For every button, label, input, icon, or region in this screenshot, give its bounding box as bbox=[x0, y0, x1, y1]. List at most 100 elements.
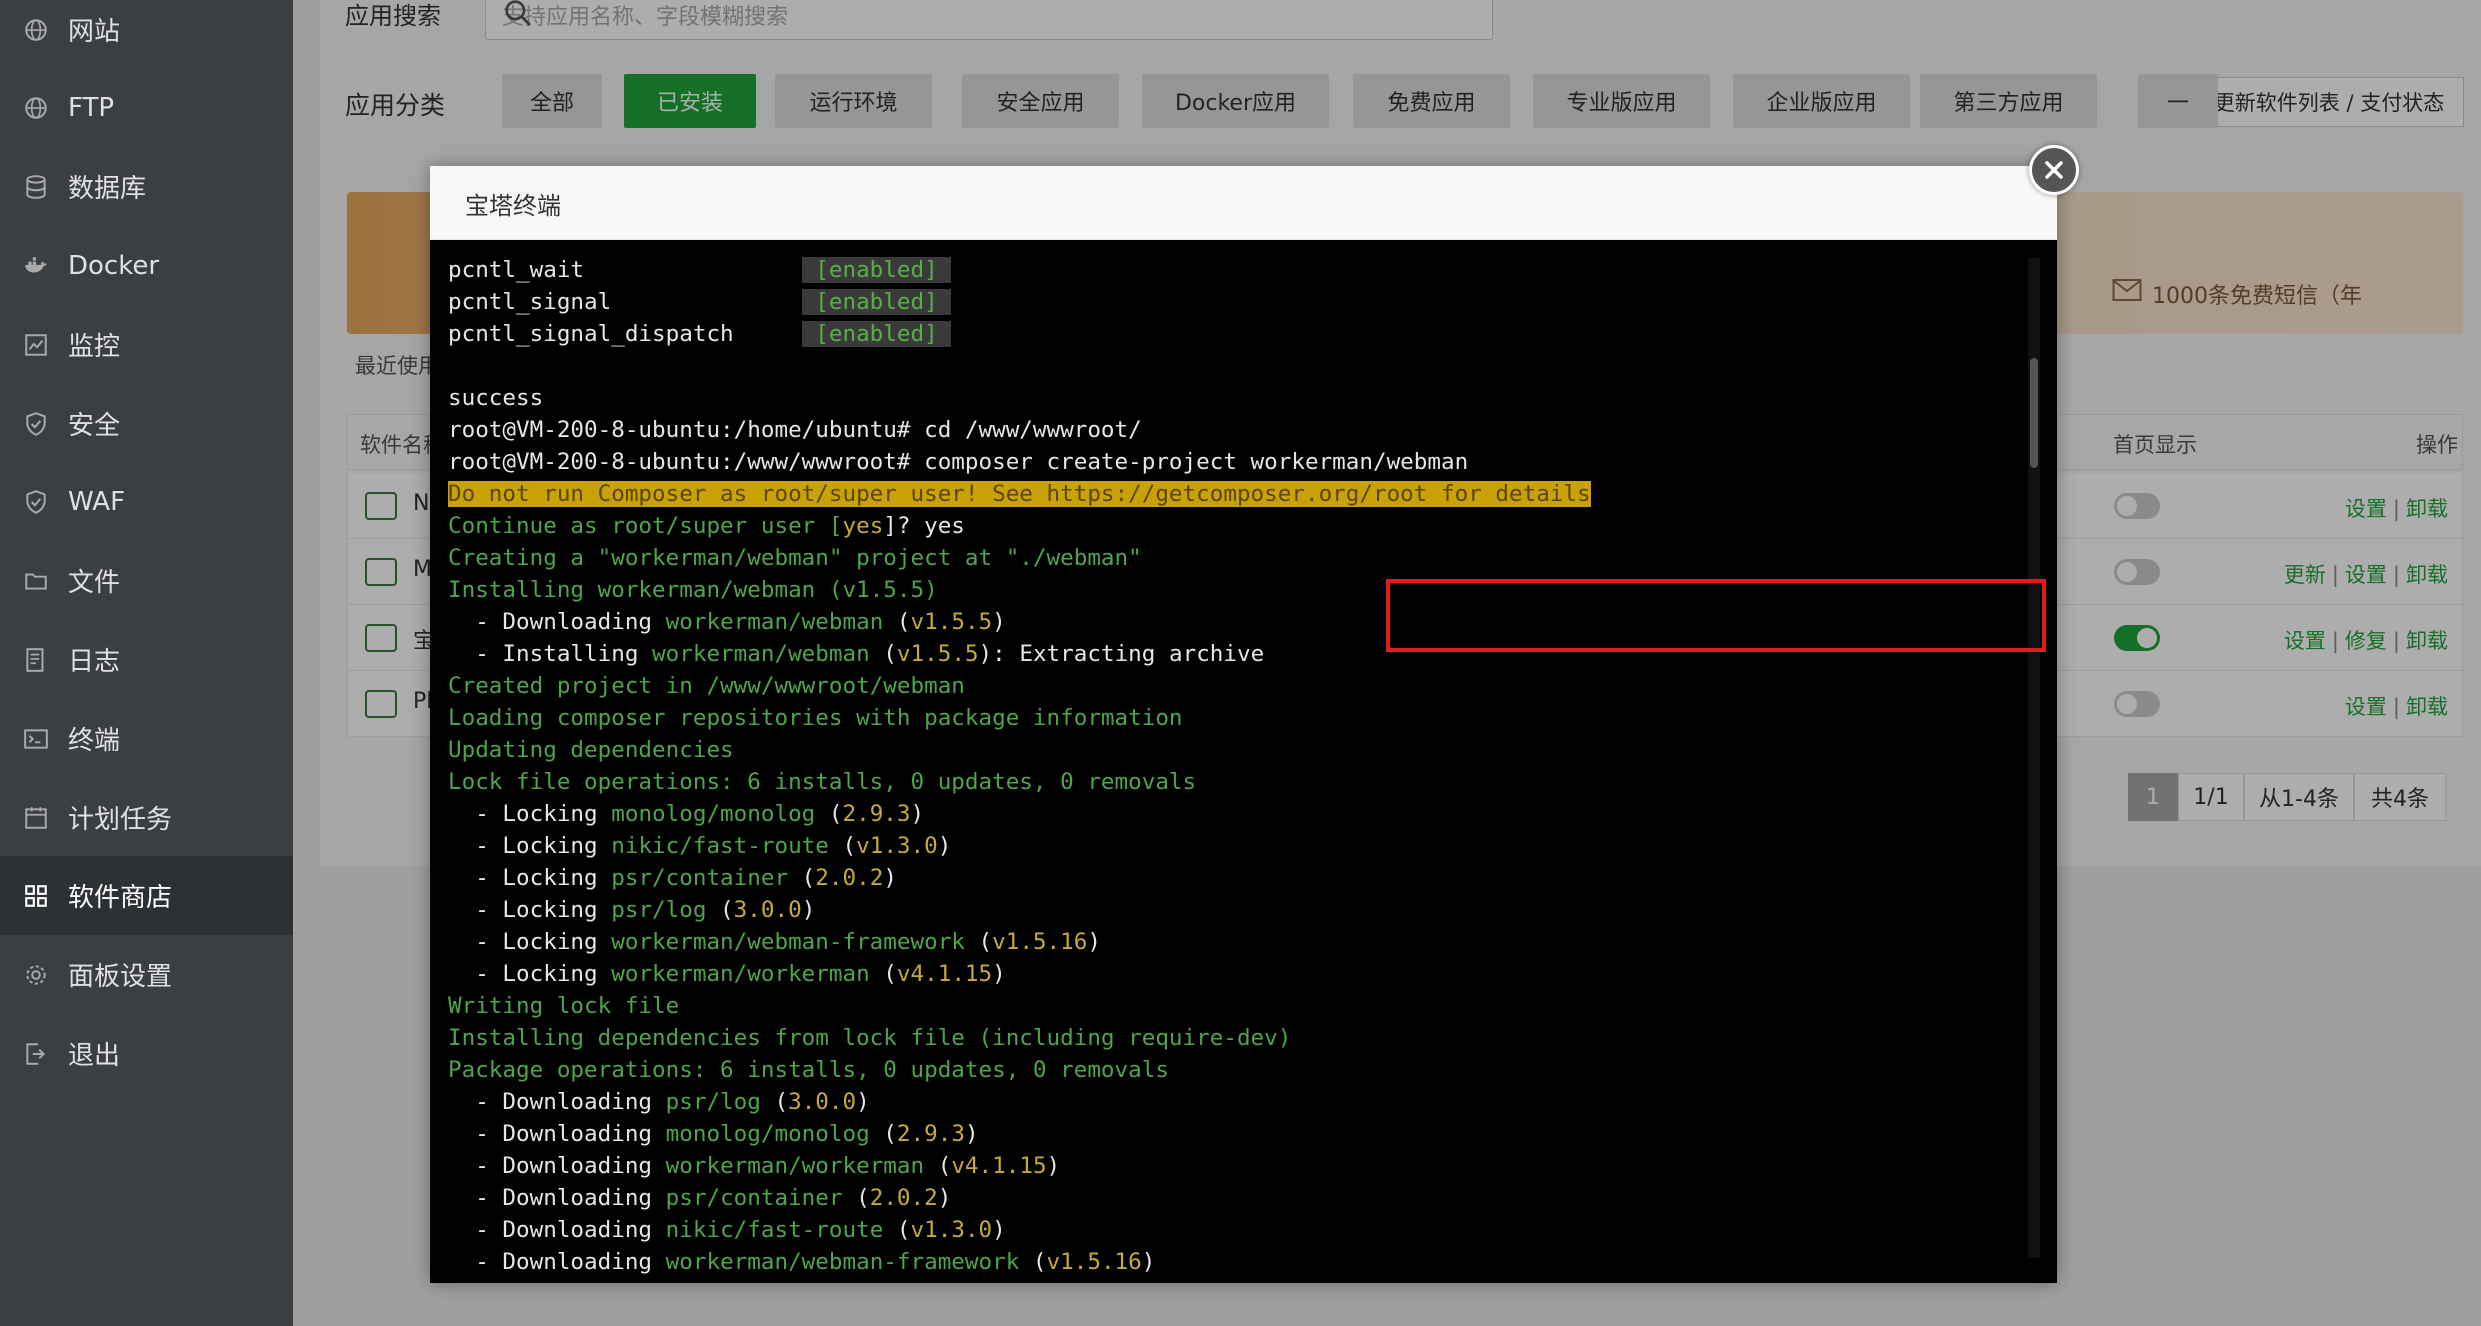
terminal-segment: - Locking bbox=[448, 865, 612, 891]
terminal-segment: 2.0.2 bbox=[869, 1185, 938, 1211]
terminal-segment: - Downloading bbox=[448, 1249, 666, 1275]
terminal-line: Continue as root/super user [yes]? yes bbox=[448, 510, 1591, 542]
sidebar-item-7[interactable]: 文件 bbox=[0, 541, 293, 620]
terminal-line: - Locking monolog/monolog (2.9.3) bbox=[448, 798, 1591, 830]
sidebar-item-9[interactable]: 终端 bbox=[0, 699, 293, 778]
terminal-segment: v1.3.0 bbox=[856, 833, 938, 859]
terminal-line: root@VM-200-8-ubuntu:/www/wwwroot# compo… bbox=[448, 446, 1591, 478]
terminal-segment: pcntl_signal bbox=[448, 289, 802, 315]
sidebar-item-4[interactable]: 监控 bbox=[0, 305, 293, 384]
docker-icon bbox=[22, 252, 50, 280]
grid-icon bbox=[22, 882, 50, 910]
shield-icon bbox=[22, 488, 50, 516]
terminal-segment: monolog/monolog bbox=[611, 801, 816, 827]
terminal-segment: Installing workerman/webman (v1.5.5) bbox=[448, 577, 938, 603]
terminal-segment: - Downloading bbox=[448, 1121, 666, 1147]
close-icon bbox=[2045, 161, 2063, 179]
terminal-segment: ) bbox=[910, 801, 925, 827]
scrollbar-thumb[interactable] bbox=[2030, 358, 2038, 468]
terminal-segment: ) bbox=[1087, 929, 1101, 955]
terminal-segment: Lock file operations: 6 installs, 0 upda… bbox=[448, 769, 1197, 795]
terminal-segment: 3.0.0 bbox=[733, 897, 802, 923]
terminal-segment: - Locking bbox=[448, 961, 612, 987]
terminal-segment: psr/container bbox=[611, 865, 789, 891]
dialog-header: 宝塔终端 bbox=[430, 166, 2057, 240]
terminal-line: - Downloading workerman/workerman (v4.1.… bbox=[448, 1150, 1591, 1182]
logout-icon bbox=[22, 1040, 50, 1068]
sidebar-item-2[interactable]: 数据库 bbox=[0, 147, 293, 226]
terminal-segment: [enabled] bbox=[801, 257, 952, 283]
terminal-line: Loading composer repositories with packa… bbox=[448, 702, 1591, 734]
terminal-segment: Creating a "workerman/webman" project at… bbox=[448, 545, 1142, 571]
terminal-segment: - Installing bbox=[448, 641, 653, 667]
sidebar-item-label: 文件 bbox=[68, 568, 121, 598]
terminal-segment: v1.5.16 bbox=[992, 929, 1088, 955]
terminal-segment: 2.0.2 bbox=[815, 865, 884, 891]
terminal-segment: psr/log bbox=[665, 1089, 761, 1115]
terminal-segment: - Downloading bbox=[448, 1185, 666, 1211]
sidebar-item-1[interactable]: FTP bbox=[0, 68, 293, 147]
sidebar: 网站 FTP 数据库 Docker 监控 安全 WAF 文件日志终端计划任务软件商店面板设置退… bbox=[0, 0, 293, 1326]
terminal-segment: 2.9.3 bbox=[842, 801, 911, 827]
terminal-segment: pcntl_wait bbox=[448, 257, 802, 283]
terminal-segment: ( bbox=[883, 609, 911, 635]
sidebar-item-0[interactable]: 网站 bbox=[0, 0, 293, 69]
terminal-segment: v1.5.5 bbox=[896, 641, 979, 667]
close-dialog-button[interactable] bbox=[2029, 145, 2079, 195]
sidebar-item-label: 面板设置 bbox=[68, 962, 173, 992]
terminal-segment: workerman/webman-framework bbox=[611, 929, 965, 955]
terminal-line: - Downloading psr/log (3.0.0) bbox=[448, 1086, 1591, 1118]
terminal-line: root@VM-200-8-ubuntu:/home/ubuntu# cd /w… bbox=[448, 414, 1591, 446]
terminal-line: - Downloading monolog/monolog (2.9.3) bbox=[448, 1118, 1591, 1150]
sidebar-item-13[interactable]: 退出 bbox=[0, 1014, 293, 1093]
terminal-line: - Locking nikic/fast-route (v1.3.0) bbox=[448, 830, 1591, 862]
terminal-line: - Downloading workerman/webman-framework… bbox=[448, 1246, 1591, 1278]
terminal-segment: Do not run Composer as root/super user! … bbox=[448, 481, 1591, 507]
terminal-segment: ) bbox=[992, 961, 1006, 987]
terminal-segment: v4.1.15 bbox=[896, 961, 993, 987]
terminal-line: Installing dependencies from lock file (… bbox=[448, 1022, 1591, 1054]
terminal-icon bbox=[22, 725, 50, 753]
terminal-segment: pcntl_signal_dispatch bbox=[448, 321, 802, 347]
terminal-line: Lock file operations: 6 installs, 0 upda… bbox=[448, 766, 1591, 798]
terminal-segment: ) bbox=[1141, 1249, 1156, 1275]
globe-icon bbox=[22, 16, 50, 44]
sidebar-item-10[interactable]: 计划任务 bbox=[0, 778, 293, 857]
sidebar-item-label: FTP bbox=[68, 92, 115, 123]
sidebar-item-8[interactable]: 日志 bbox=[0, 620, 293, 699]
terminal-segment: workerman/workerman bbox=[665, 1153, 925, 1179]
terminal-segment: v1.3.0 bbox=[910, 1217, 993, 1243]
sidebar-item-3[interactable]: Docker bbox=[0, 226, 293, 305]
dialog-title: 宝塔终端 bbox=[465, 192, 561, 220]
terminal-segment: workerman/webman bbox=[652, 641, 870, 667]
terminal-segment: workerman/webman bbox=[665, 609, 884, 635]
terminal-scrollbar[interactable] bbox=[2028, 258, 2040, 1258]
terminal-segment: v1.5.16 bbox=[1046, 1249, 1142, 1275]
terminal-segment: - Downloading bbox=[448, 1217, 666, 1243]
terminal-segment: ) bbox=[937, 1185, 952, 1211]
terminal-segment: success bbox=[448, 385, 544, 411]
terminal-segment: Updating dependencies bbox=[448, 737, 734, 763]
shield-icon bbox=[22, 410, 50, 438]
terminal-segment: ) bbox=[964, 1121, 979, 1147]
terminal-segment: ( bbox=[964, 929, 993, 955]
terminal-line: - Locking workerman/workerman (v4.1.15) bbox=[448, 958, 1591, 990]
terminal-segment: yes bbox=[842, 513, 884, 539]
terminal-segment: ( bbox=[869, 641, 897, 667]
sidebar-item-label: 软件商店 bbox=[68, 883, 173, 913]
gear-icon bbox=[22, 961, 50, 989]
sidebar-item-12[interactable]: 面板设置 bbox=[0, 935, 293, 1014]
terminal-line: success bbox=[448, 382, 1591, 414]
sidebar-item-11[interactable]: 软件商店 bbox=[0, 856, 293, 935]
sidebar-item-6[interactable]: WAF bbox=[0, 462, 293, 541]
terminal-segment: 3.0.0 bbox=[788, 1089, 857, 1115]
sidebar-item-5[interactable]: 安全 bbox=[0, 384, 293, 463]
terminal-output[interactable]: pcntl_wait [enabled] pcntl_signal [enabl… bbox=[430, 240, 2057, 1283]
terminal-line: - Locking psr/log (3.0.0) bbox=[448, 894, 1591, 926]
terminal-segment: Continue as root/super user [ bbox=[448, 513, 843, 539]
terminal-segment: root@VM-200-8-ubuntu:/www/wwwroot# compo… bbox=[448, 449, 1469, 475]
sidebar-item-label: 终端 bbox=[68, 726, 121, 756]
terminal-segment: [enabled] bbox=[801, 289, 952, 315]
terminal-segment: Created project in /www/wwwroot/webman bbox=[448, 673, 965, 699]
